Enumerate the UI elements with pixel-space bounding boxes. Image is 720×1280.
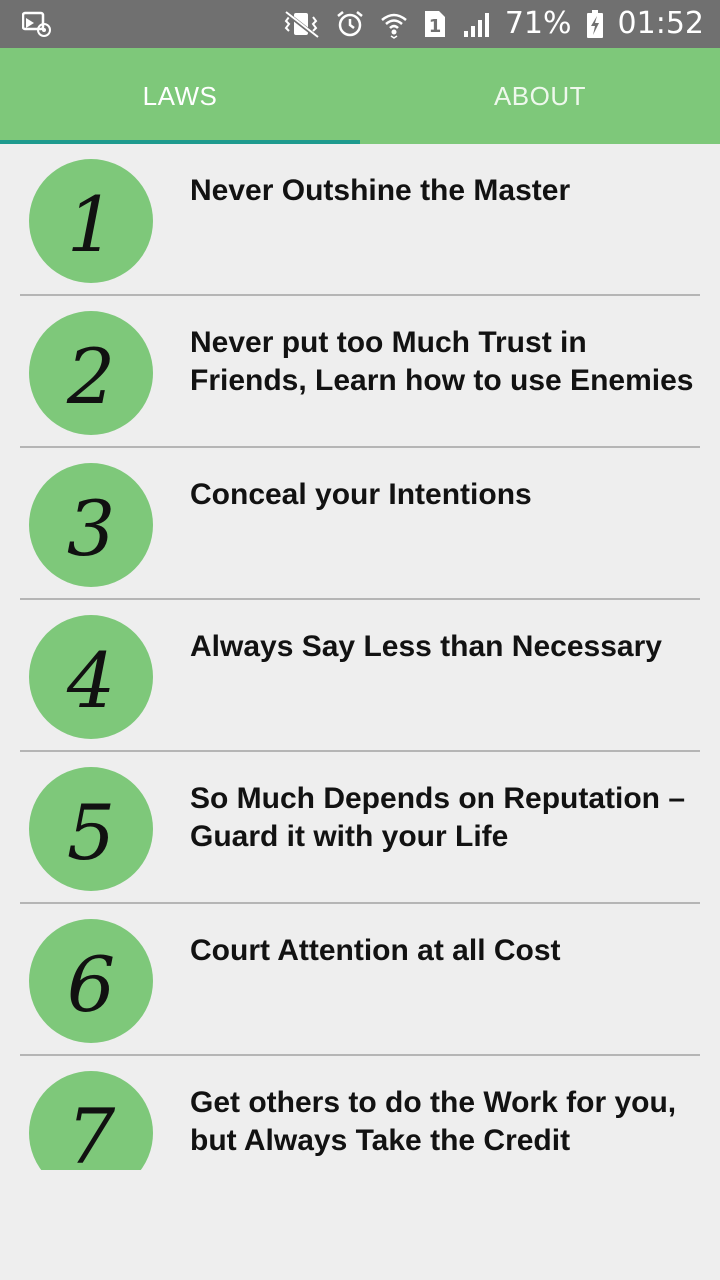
tab-laws[interactable]: LAWS xyxy=(0,48,360,144)
law-title: So Much Depends on Reputation – Guard it… xyxy=(190,782,686,853)
list-item[interactable]: 3 Conceal your Intentions xyxy=(0,448,720,600)
law-number-badge: 7 xyxy=(29,1071,153,1170)
list-item[interactable]: 7 Get others to do the Work for you, but… xyxy=(0,1056,720,1170)
list-item[interactable]: 6 Court Attention at all Cost xyxy=(0,904,720,1056)
vibrate-mute-icon xyxy=(281,9,321,39)
list-item[interactable]: 1 Never Outshine the Master xyxy=(0,144,720,296)
law-number: 7 xyxy=(66,1092,116,1171)
law-number-badge: 6 xyxy=(29,919,153,1043)
law-number: 3 xyxy=(66,484,116,573)
law-number-badge: 1 xyxy=(29,159,153,283)
tab-laws-label: LAWS xyxy=(142,80,218,111)
law-number: 1 xyxy=(66,180,116,269)
battery-charging-icon xyxy=(586,9,604,39)
wifi-icon xyxy=(379,9,409,39)
law-title: Conceal your Intentions xyxy=(190,478,532,511)
tab-bar: LAWS ABOUT xyxy=(0,48,720,144)
clock: 01:52 xyxy=(617,6,704,41)
law-number: 4 xyxy=(66,636,116,725)
alarm-icon xyxy=(335,9,365,39)
status-bar: 1 71% 01:52 xyxy=(0,0,720,48)
law-title: Never Outshine the Master xyxy=(190,174,571,207)
law-title: Always Say Less than Necessary xyxy=(190,630,662,663)
tab-about-label: ABOUT xyxy=(493,80,587,111)
sim-1-icon: 1 xyxy=(423,9,447,39)
law-number: 5 xyxy=(66,788,116,877)
law-number: 2 xyxy=(66,332,116,421)
list-item[interactable]: 4 Always Say Less than Necessary xyxy=(0,600,720,752)
law-number: 6 xyxy=(66,940,116,1029)
status-icons: 1 71% 01:52 xyxy=(281,0,704,48)
laws-list[interactable]: 1 Never Outshine the Master 2 Never put … xyxy=(0,144,720,1170)
law-number-badge: 3 xyxy=(29,463,153,587)
law-title: Never put too Much Trust in Friends, Lea… xyxy=(190,326,694,397)
law-number-badge: 2 xyxy=(29,311,153,435)
law-title: Court Attention at all Cost xyxy=(190,934,561,967)
law-number-badge: 4 xyxy=(29,615,153,739)
list-item[interactable]: 2 Never put too Much Trust in Friends, L… xyxy=(0,296,720,448)
battery-percent: 71% xyxy=(504,6,572,41)
sim-slot-number: 1 xyxy=(429,16,442,37)
law-title: Get others to do the Work for you, but A… xyxy=(190,1086,677,1157)
screen-recorder-icon xyxy=(21,10,52,38)
list-item[interactable]: 5 So Much Depends on Reputation – Guard … xyxy=(0,752,720,904)
tab-about[interactable]: ABOUT xyxy=(360,48,720,144)
law-number-badge: 5 xyxy=(29,767,153,891)
signal-icon xyxy=(461,9,491,39)
